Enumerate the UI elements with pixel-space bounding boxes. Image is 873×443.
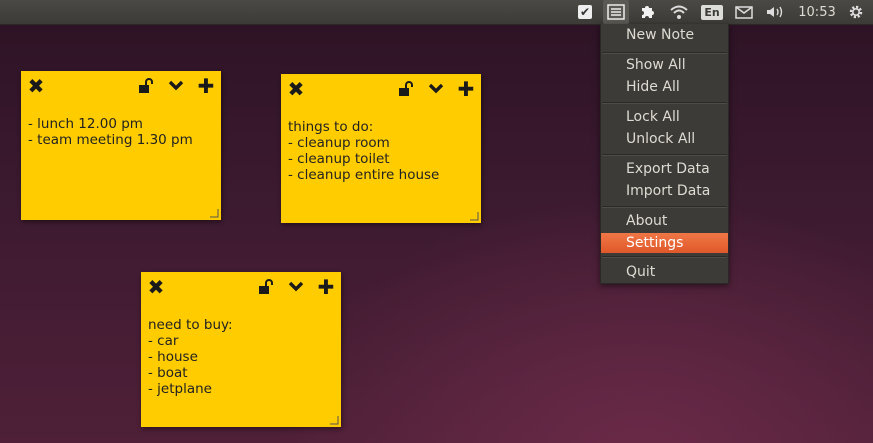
sticky-note-2[interactable]: ✖ ✚ things to do: - cleanup room - clean…: [281, 74, 481, 223]
menu-separator: [602, 256, 727, 258]
chevron-down-icon[interactable]: [426, 78, 446, 100]
menu-item-settings[interactable]: Settings: [601, 233, 728, 253]
resize-grip-icon[interactable]: [329, 415, 339, 425]
plus-icon[interactable]: ✚: [456, 78, 476, 100]
check-indicator[interactable]: ✔: [574, 0, 596, 24]
volume-icon: [767, 6, 783, 18]
menu-item-export-data[interactable]: Export Data: [601, 159, 728, 179]
menu-item-about[interactable]: About: [601, 211, 728, 231]
menu-item-hide-all[interactable]: Hide All: [601, 77, 728, 97]
puzzle-icon: [642, 6, 654, 18]
menu-separator: [602, 52, 727, 54]
menu-item-lock-all[interactable]: Lock All: [601, 107, 728, 127]
menu-item-show-all[interactable]: Show All: [601, 55, 728, 75]
wifi-icon: [670, 5, 688, 19]
menu-separator: [602, 102, 727, 104]
note-text[interactable]: things to do: - cleanup room - cleanup t…: [288, 119, 473, 183]
sticky-note-1[interactable]: ✖ ✚ - lunch 12.00 pm - team meeting 1.30…: [21, 71, 221, 220]
menu-item-unlock-all[interactable]: Unlock All: [601, 129, 728, 149]
chevron-down-icon[interactable]: [286, 276, 306, 298]
close-icon[interactable]: ✖: [146, 276, 166, 298]
menu-item-new-note[interactable]: New Note: [601, 25, 728, 45]
unlock-icon[interactable]: [136, 75, 156, 97]
plus-icon[interactable]: ✚: [316, 276, 336, 298]
top-panel: ✔ En 10:53: [0, 0, 873, 25]
notes-indicator[interactable]: [603, 0, 629, 24]
mail-indicator[interactable]: [733, 0, 755, 24]
resize-grip-icon[interactable]: [209, 208, 219, 218]
session-indicator[interactable]: [843, 0, 869, 24]
note-text[interactable]: need to buy: - car - house - boat - jetp…: [148, 317, 333, 397]
chevron-down-icon[interactable]: [166, 75, 186, 97]
keyboard-layout-indicator[interactable]: En: [700, 0, 724, 24]
menu-separator: [602, 154, 727, 156]
note-text[interactable]: - lunch 12.00 pm - team meeting 1.30 pm: [28, 116, 213, 148]
check-icon: ✔: [578, 5, 592, 19]
plus-icon[interactable]: ✚: [196, 75, 216, 97]
menu-separator: [602, 206, 727, 208]
indicator-menu: New Note Show All Hide All Lock All Unlo…: [600, 24, 729, 284]
resize-grip-icon[interactable]: [469, 211, 479, 221]
menu-item-import-data[interactable]: Import Data: [601, 181, 728, 201]
volume-indicator[interactable]: [763, 0, 787, 24]
clock-indicator[interactable]: 10:53: [796, 0, 838, 24]
keyboard-layout-label: En: [701, 4, 723, 20]
clock-label: 10:53: [798, 4, 836, 20]
menu-item-quit[interactable]: Quit: [601, 262, 728, 282]
mail-icon: [735, 5, 753, 19]
sticky-note-3[interactable]: ✖ ✚ need to buy: - car - house - boat - …: [141, 272, 341, 427]
close-icon[interactable]: ✖: [286, 78, 306, 100]
unlock-icon[interactable]: [256, 276, 276, 298]
notes-indicator-icon: [607, 4, 625, 20]
wifi-indicator[interactable]: [668, 0, 690, 24]
unlock-icon[interactable]: [396, 78, 416, 100]
gear-icon: [849, 5, 863, 19]
close-icon[interactable]: ✖: [26, 75, 46, 97]
puzzle-indicator[interactable]: [636, 0, 660, 24]
